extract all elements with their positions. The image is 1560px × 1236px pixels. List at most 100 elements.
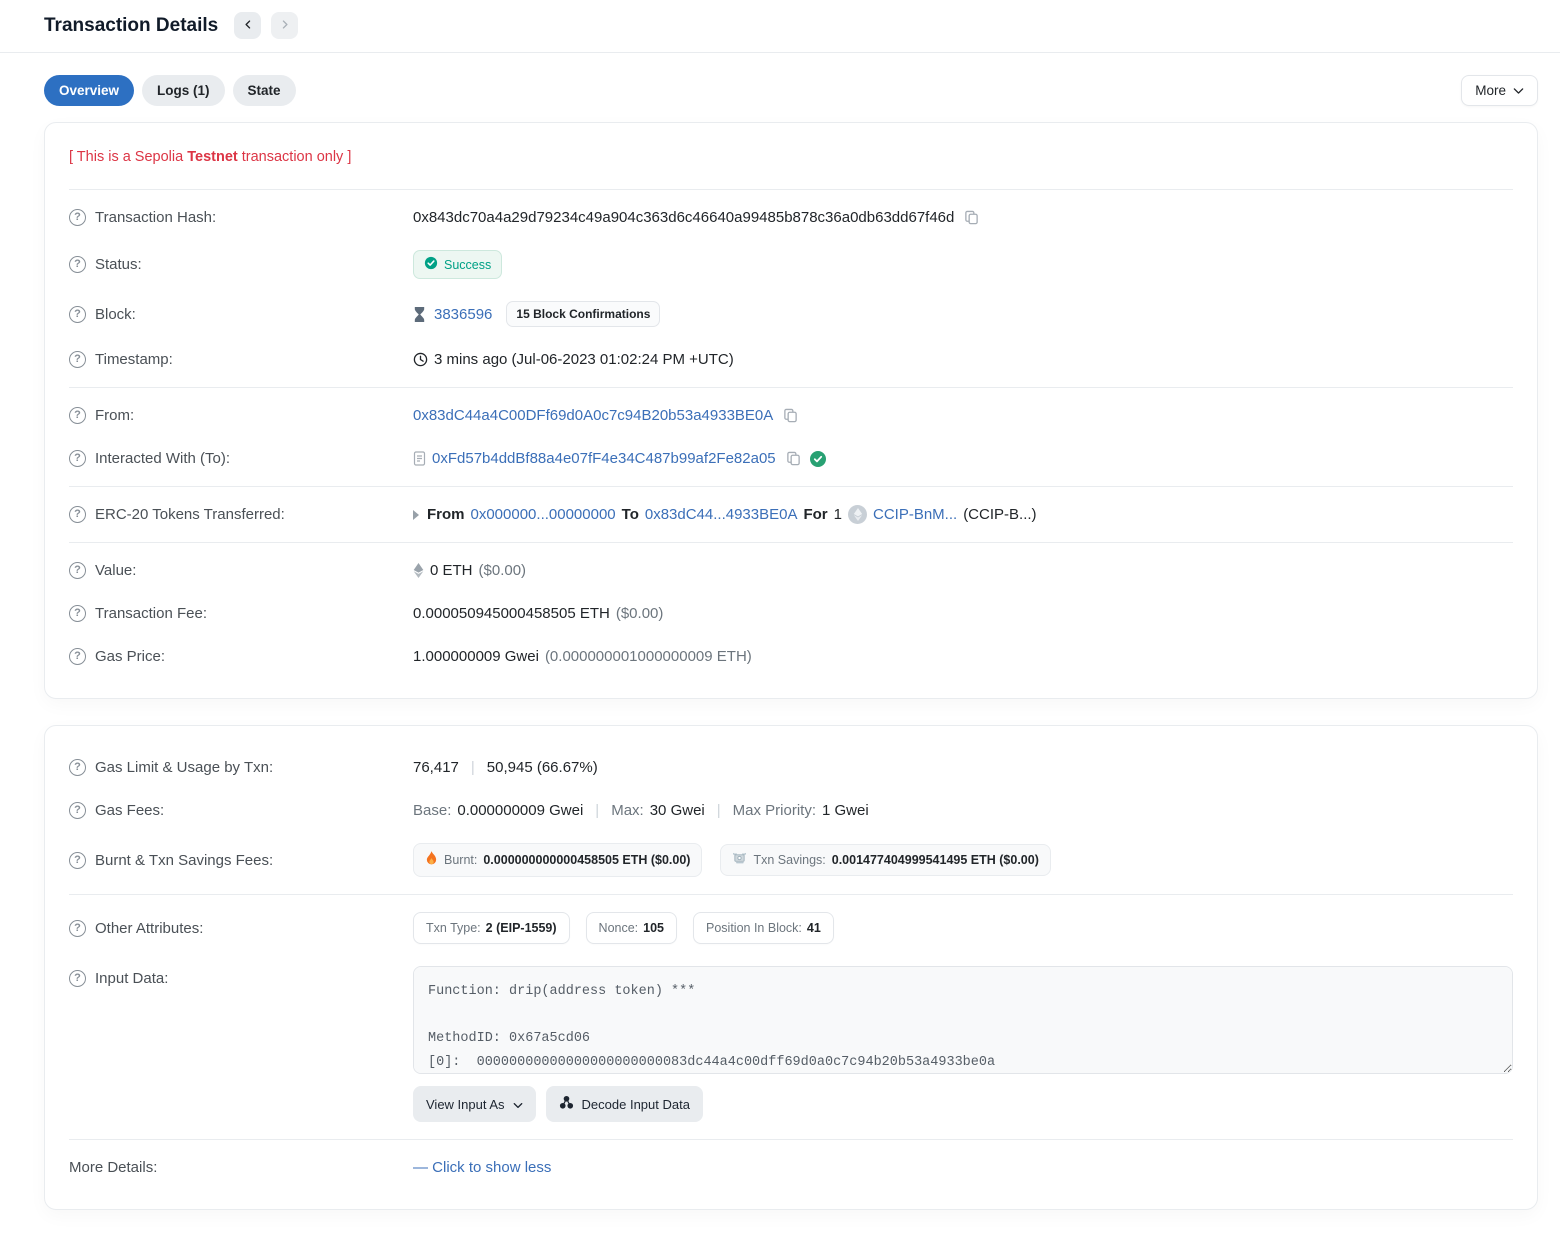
chevron-right-icon — [280, 18, 290, 33]
tab-logs[interactable]: Logs (1) — [142, 75, 225, 106]
gas-price-eth: (0.000000001000000009 ETH) — [545, 648, 752, 665]
help-icon[interactable]: ? — [69, 450, 86, 467]
view-input-as-button[interactable]: View Input As — [413, 1086, 536, 1122]
value-amount: 0 ETH — [430, 562, 473, 579]
testnet-warning: [ This is a Sepolia Testnet transaction … — [69, 143, 1513, 183]
verified-check-icon — [810, 451, 826, 467]
row-gas-fees: ? Gas Fees: Base: 0.000000009 Gwei | Max… — [69, 789, 1513, 832]
tab-overview[interactable]: Overview — [44, 75, 134, 106]
help-icon[interactable]: ? — [69, 970, 86, 987]
erc20-for-word: For — [803, 506, 827, 523]
transaction-fee-label: Transaction Fee: — [95, 605, 207, 622]
chevron-down-icon — [513, 1097, 523, 1112]
row-more-details: More Details: — Click to show less — [69, 1146, 1513, 1189]
help-icon[interactable]: ? — [69, 759, 86, 776]
block-confirmations-badge: 15 Block Confirmations — [506, 301, 660, 327]
next-transaction-button[interactable] — [271, 12, 298, 39]
transaction-hash-value: 0x843dc70a4a29d79234c49a904c363d6c46640a… — [413, 209, 954, 226]
from-address-link[interactable]: 0x83dC44a4C00DFf69d0A0c7c94B20b53a4933BE… — [413, 407, 773, 424]
base-fee-label: Base: — [413, 802, 451, 819]
divider — [69, 894, 1513, 895]
erc20-from-word: From — [427, 506, 465, 523]
prev-transaction-button[interactable] — [234, 12, 261, 39]
clock-icon — [413, 352, 428, 367]
help-icon[interactable]: ? — [69, 802, 86, 819]
chevron-left-icon — [243, 18, 253, 33]
transaction-hash-label: Transaction Hash: — [95, 209, 216, 226]
txn-savings-label: Txn Savings: — [753, 853, 825, 867]
details-card: ? Gas Limit & Usage by Txn: 76,417 | 50,… — [44, 725, 1538, 1210]
help-icon[interactable]: ? — [69, 648, 86, 665]
row-input-data: ? Input Data: Function: drip(address tok… — [69, 955, 1513, 1133]
tab-state[interactable]: State — [233, 75, 296, 106]
txn-savings-pill: Txn Savings: 0.001477404999541495 ETH ($… — [720, 844, 1050, 876]
help-icon[interactable]: ? — [69, 256, 86, 273]
hourglass-icon — [413, 307, 426, 322]
txn-type-label: Txn Type: — [426, 921, 481, 935]
caret-right-icon — [413, 510, 419, 520]
help-icon[interactable]: ? — [69, 306, 86, 323]
nonce-label: Nonce: — [599, 921, 639, 935]
row-status: ? Status: Success — [69, 239, 1513, 290]
divider — [69, 387, 1513, 388]
position-in-block-badge: Position In Block: 41 — [693, 912, 834, 944]
txn-savings-value: 0.001477404999541495 ETH ($0.00) — [832, 853, 1039, 867]
max-fee-value: 30 Gwei — [650, 802, 705, 819]
divider — [69, 189, 1513, 190]
divider — [69, 542, 1513, 543]
help-icon[interactable]: ? — [69, 351, 86, 368]
check-circle-icon — [424, 256, 438, 273]
money-wings-icon — [732, 852, 747, 868]
input-data-textarea[interactable]: Function: drip(address token) *** Method… — [413, 966, 1513, 1074]
interacted-with-label: Interacted With (To): — [95, 450, 230, 467]
status-label: Status: — [95, 256, 142, 273]
row-value: ? Value: 0 ETH ($0.00) — [69, 549, 1513, 592]
erc20-to-address-link[interactable]: 0x83dC44...4933BE0A — [645, 506, 798, 523]
max-priority-label: Max Priority: — [733, 802, 816, 819]
help-icon[interactable]: ? — [69, 920, 86, 937]
burnt-value: 0.000000000000458505 ETH ($0.00) — [483, 853, 690, 867]
row-block: ? Block: 3836596 15 Block Confirmations — [69, 290, 1513, 338]
input-data-label: Input Data: — [95, 970, 168, 987]
block-number-link[interactable]: 3836596 — [434, 306, 492, 323]
burnt-fee-pill: Burnt: 0.000000000000458505 ETH ($0.00) — [413, 843, 702, 877]
copy-icon[interactable] — [783, 408, 798, 423]
row-gas-limit-usage: ? Gas Limit & Usage by Txn: 76,417 | 50,… — [69, 746, 1513, 789]
status-badge-text: Success — [444, 258, 491, 272]
value-usd: ($0.00) — [479, 562, 527, 579]
gas-fees-label: Gas Fees: — [95, 802, 164, 819]
copy-icon[interactable] — [786, 451, 801, 466]
copy-icon[interactable] — [964, 210, 979, 225]
chevron-down-icon — [1513, 83, 1524, 98]
eth-diamond-icon — [413, 563, 424, 578]
more-button[interactable]: More — [1461, 75, 1538, 106]
help-icon[interactable]: ? — [69, 506, 86, 523]
timestamp-value: 3 mins ago (Jul-06-2023 01:02:24 PM +UTC… — [434, 351, 734, 368]
decode-input-data-button[interactable]: Decode Input Data — [546, 1086, 703, 1122]
pipe-separator: | — [595, 802, 599, 819]
row-burnt-savings: ? Burnt & Txn Savings Fees: Burnt: 0.000… — [69, 832, 1513, 888]
gas-limit-value: 76,417 — [413, 759, 459, 776]
help-icon[interactable]: ? — [69, 605, 86, 622]
help-icon[interactable]: ? — [69, 407, 86, 424]
erc20-from-address-link[interactable]: 0x000000...00000000 — [471, 506, 616, 523]
view-input-as-label: View Input As — [426, 1097, 505, 1112]
erc20-token-link[interactable]: CCIP-BnM... — [873, 506, 957, 523]
more-details-label: More Details: — [69, 1159, 157, 1176]
show-less-link[interactable]: — Click to show less — [413, 1159, 551, 1176]
to-address-link[interactable]: 0xFd57b4ddBf88a4e07fF4e34C487b99af2Fe82a… — [432, 450, 776, 467]
nonce-value: 105 — [643, 921, 664, 935]
pipe-separator: | — [717, 802, 721, 819]
row-transaction-fee: ? Transaction Fee: 0.000050945000458505 … — [69, 592, 1513, 635]
erc20-label: ERC-20 Tokens Transferred: — [95, 506, 285, 523]
txn-type-value: 2 (EIP-1559) — [486, 921, 557, 935]
burnt-savings-label: Burnt & Txn Savings Fees: — [95, 852, 273, 869]
gas-usage-value: 50,945 (66.67%) — [487, 759, 598, 776]
row-from: ? From: 0x83dC44a4C00DFf69d0A0c7c94B20b5… — [69, 394, 1513, 437]
erc20-amount: 1 — [834, 506, 842, 523]
row-erc20-transfers: ? ERC-20 Tokens Transferred: From 0x0000… — [69, 493, 1513, 536]
help-icon[interactable]: ? — [69, 562, 86, 579]
gas-price-label: Gas Price: — [95, 648, 165, 665]
help-icon[interactable]: ? — [69, 209, 86, 226]
help-icon[interactable]: ? — [69, 852, 86, 869]
